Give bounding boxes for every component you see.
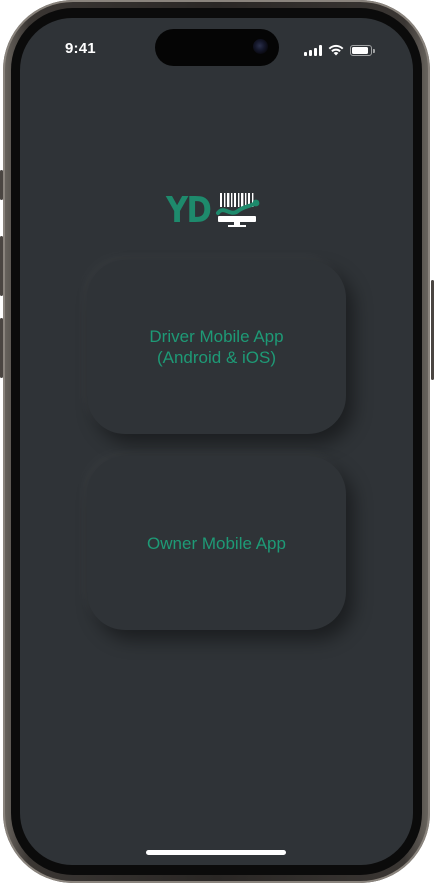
owner-app-card[interactable]: Owner Mobile App — [87, 456, 346, 630]
side-button-volume-up — [0, 236, 3, 296]
battery-level-fill — [352, 46, 369, 54]
driver-app-subtitle: (Android & iOS) — [156, 348, 277, 367]
front-camera-icon — [253, 39, 268, 54]
app-logo: YD — [166, 189, 262, 231]
driver-app-card[interactable]: Driver Mobile App (Android & iOS) — [87, 260, 346, 434]
driver-app-title: Driver Mobile App — [149, 327, 284, 346]
side-button-action — [0, 170, 3, 200]
app-screen: 9:41 YD Driver Mobile App (Android & iOS… — [20, 18, 413, 865]
status-time: 9:41 — [65, 40, 96, 57]
home-indicator[interactable] — [146, 850, 286, 855]
logo-text: YD — [166, 189, 212, 231]
battery-icon — [350, 44, 375, 56]
owner-app-title: Owner Mobile App — [147, 533, 286, 553]
barcode-dispatch-icon — [215, 193, 260, 227]
side-button-volume-down — [0, 318, 3, 378]
wifi-icon — [328, 44, 344, 56]
status-icons — [304, 43, 375, 57]
cellular-signal-icon — [304, 44, 322, 56]
dynamic-island — [155, 29, 279, 66]
